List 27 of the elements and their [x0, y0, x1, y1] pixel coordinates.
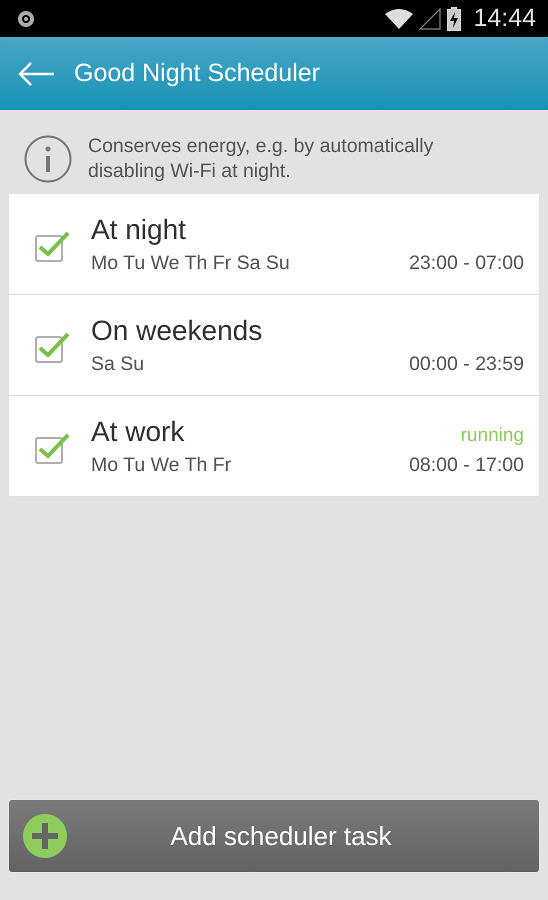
back-button[interactable]	[18, 62, 56, 86]
task-time: 08:00 - 17:00	[409, 454, 524, 476]
task-name: On weekends	[91, 314, 262, 346]
wifi-icon	[385, 8, 414, 28]
plus-icon	[23, 814, 67, 858]
checked-checkbox[interactable]	[35, 432, 71, 464]
task-days: Sa Su	[91, 352, 144, 376]
battery-icon	[447, 6, 462, 30]
add-task-button[interactable]: Add scheduler task	[9, 800, 539, 872]
signal-icon	[419, 8, 442, 30]
task-time: 23:00 - 07:00	[409, 252, 524, 274]
app-title: Good Night Scheduler	[74, 59, 320, 88]
task-row[interactable]: On weekends Sa Su 00:00 - 23:59	[9, 295, 539, 396]
task-name: At night	[91, 214, 186, 246]
task-name: At work	[91, 416, 184, 448]
task-time: 00:00 - 23:59	[409, 352, 524, 376]
clock-time: 14:44	[473, 4, 536, 33]
task-days: Mo Tu We Th Fr	[91, 454, 232, 476]
info-icon	[24, 135, 72, 183]
task-row[interactable]: At work running Mo Tu We Th Fr 08:00 - 17:00	[9, 396, 539, 497]
task-status: running	[460, 424, 524, 446]
checked-checkbox[interactable]	[35, 331, 71, 363]
info-text: Conserves energy, e.g. by automatically disabling Wi-Fi at night.	[88, 134, 434, 184]
checked-checkbox[interactable]	[35, 230, 71, 262]
task-row[interactable]: At night Mo Tu We Th Fr Sa Su 23:00 - 07:00	[9, 194, 539, 295]
task-days: Mo Tu We Th Fr Sa Su	[91, 252, 290, 274]
settings-icon	[16, 8, 36, 28]
